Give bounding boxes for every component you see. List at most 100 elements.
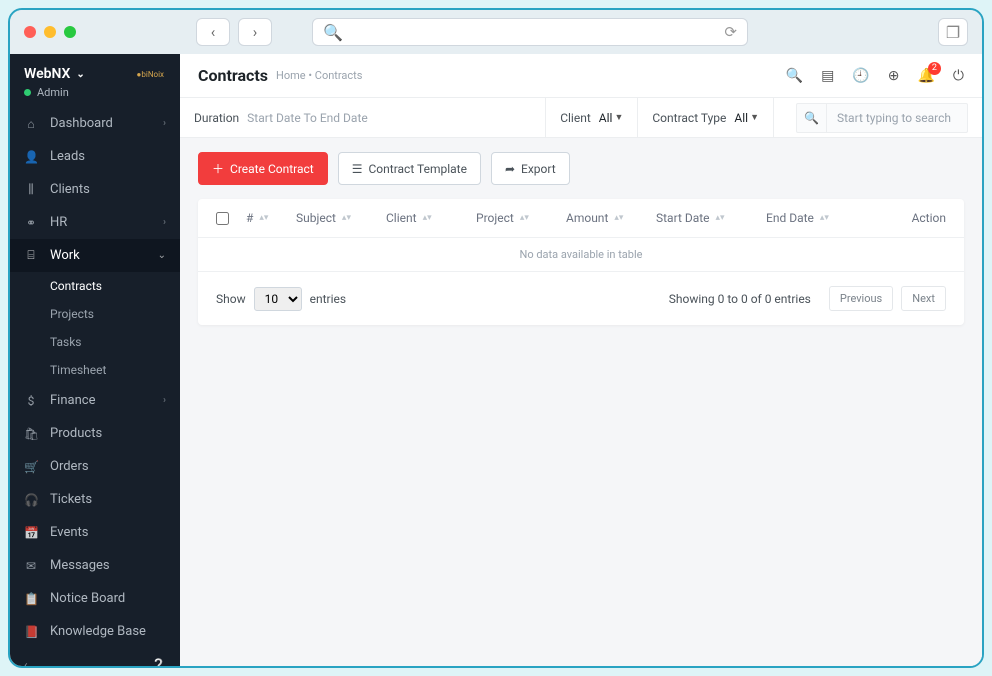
caret-down-icon: ▼ [750, 112, 759, 123]
next-page-button[interactable]: Next [901, 286, 946, 311]
button-label: Export [521, 162, 556, 176]
sidebar-item-clients[interactable]: ⫼Clients [10, 173, 180, 206]
client-filter[interactable]: Client All ▼ [546, 98, 638, 137]
sidebar-item-orders[interactable]: 🛒Orders [10, 450, 180, 483]
windows-icon[interactable]: ❐ [938, 18, 968, 46]
sidebar-item-finance[interactable]: $Finance› [10, 384, 180, 417]
notes-icon[interactable]: ▤ [821, 68, 834, 84]
menu-icon: ⫼ [24, 182, 38, 197]
online-indicator [24, 89, 31, 96]
menu-icon: ⌂ [24, 117, 38, 131]
page-size-select[interactable]: 10 [254, 287, 302, 311]
select-all-column [216, 212, 246, 225]
sidebar-label: Events [50, 525, 88, 540]
search-filter: 🔍 [774, 98, 982, 137]
url-bar[interactable]: 🔍 ⟳ [312, 18, 748, 46]
menu-icon: 👤 [24, 150, 38, 164]
column-start-date[interactable]: Start Date▴▾ [656, 211, 766, 225]
sort-icon: ▴▾ [614, 216, 623, 221]
refresh-icon[interactable]: ⟳ [724, 23, 737, 41]
sidebar-label: HR [50, 215, 67, 230]
power-icon[interactable]: ⏻ [953, 68, 964, 84]
chevron-down-icon: ⌄ [76, 69, 84, 80]
maximize-window[interactable] [64, 26, 76, 38]
user-role: Admin [37, 86, 69, 99]
sidebar-item-hr[interactable]: ⚭HR› [10, 206, 180, 239]
sidebar-item-products[interactable]: 🛍 Products [10, 417, 180, 450]
menu-icon: 🛍 [24, 427, 38, 441]
chevron-icon: › [163, 118, 166, 129]
sidebar-label: Dashboard [50, 116, 113, 131]
sidebar-label: Messages [50, 558, 110, 573]
sidebar-item-leads[interactable]: 👤Leads [10, 140, 180, 173]
export-button[interactable]: ➦ Export [491, 152, 570, 185]
contract-type-filter[interactable]: Contract Type All ▼ [638, 98, 774, 137]
sidebar-item-work[interactable]: ⌸Work⌄ [10, 239, 180, 272]
create-contract-button[interactable]: ＋ Create Contract [198, 152, 328, 185]
sidebar-sub-tasks[interactable]: Tasks [10, 328, 180, 356]
duration-filter[interactable]: Duration Start Date To End Date [180, 98, 546, 137]
help-icon[interactable]: ❔ [151, 658, 166, 666]
search-icon: 🔍 [797, 104, 827, 132]
sidebar-sub-timesheet[interactable]: Timesheet [10, 356, 180, 384]
column-project[interactable]: Project▴▾ [476, 211, 566, 225]
add-icon[interactable]: ⊕ [888, 68, 900, 84]
column-subject[interactable]: Subject▴▾ [296, 211, 386, 225]
empty-state: No data available in table [198, 238, 964, 272]
app-window: ‹ › 🔍 ⟳ ❐ WebNX ⌄ ●biNoix Admin ⌂ Dashboa… [8, 8, 984, 668]
sidebar-sub-contracts[interactable]: Contracts [10, 272, 180, 300]
page-title: Contracts [198, 66, 268, 85]
sort-icon: ▴▾ [259, 216, 268, 221]
contract-template-button[interactable]: ☰ Contract Template [338, 152, 481, 185]
menu-icon: 📅 [24, 526, 38, 540]
sort-icon: ▴▾ [716, 216, 725, 221]
sidebar-item-dashboard[interactable]: ⌂ Dashboard › [10, 107, 180, 140]
plus-icon: ＋ [212, 160, 224, 177]
filter-value: Start Date To End Date [247, 111, 368, 125]
page-header: Contracts Home • Contracts 🔍 ▤ 🕘 ⊕ 🔔2 ⏻ [180, 54, 982, 98]
sidebar-sub-projects[interactable]: Projects [10, 300, 180, 328]
table-footer: Show 10 entries Showing 0 to 0 of 0 entr… [198, 272, 964, 325]
sidebar-label: Work [50, 248, 80, 263]
clock-icon[interactable]: 🕘 [852, 68, 869, 84]
brand-name: WebNX [24, 66, 70, 82]
sort-icon: ▴▾ [820, 216, 829, 221]
table-header: #▴▾ Subject▴▾ Client▴▾ Project▴▾ Amount▴… [198, 199, 964, 238]
menu-icon: ✉ [24, 559, 38, 573]
sidebar-item-events[interactable]: 📅 Events [10, 516, 180, 549]
sidebar-label: Notice Board [50, 591, 125, 606]
sort-icon: ▴▾ [423, 216, 432, 221]
filter-label: Contract Type [652, 111, 726, 125]
sidebar-label: Finance [50, 393, 95, 408]
select-all-checkbox[interactable] [216, 212, 229, 225]
sidebar-item-notice-board[interactable]: 📋Notice Board [10, 582, 180, 615]
notifications-icon[interactable]: 🔔2 [917, 68, 934, 84]
column-amount[interactable]: Amount▴▾ [566, 211, 656, 225]
filter-bar: Duration Start Date To End Date Client A… [180, 98, 982, 138]
sidebar-item-tickets[interactable]: 🎧Tickets [10, 483, 180, 516]
chevron-icon: › [163, 395, 166, 406]
minimize-window[interactable] [44, 26, 56, 38]
action-buttons: ＋ Create Contract ☰ Contract Template ➦ … [180, 138, 982, 199]
sidebar-item-knowledge-base[interactable]: 📕Knowledge Base [10, 615, 180, 648]
contracts-table: #▴▾ Subject▴▾ Client▴▾ Project▴▾ Amount▴… [198, 199, 964, 325]
column-end-date[interactable]: End Date▴▾ [766, 211, 876, 225]
column-client[interactable]: Client▴▾ [386, 211, 476, 225]
sidebar-item-messages[interactable]: ✉ Messages [10, 549, 180, 582]
column-number[interactable]: #▴▾ [246, 211, 296, 225]
forward-button[interactable]: › [238, 18, 272, 46]
search-icon[interactable]: 🔍 [786, 68, 803, 84]
sidebar-label: Tickets [50, 492, 92, 507]
menu-icon: ⌸ [24, 248, 38, 263]
sort-icon: ▴▾ [520, 216, 529, 221]
menu-icon: ⚭ [24, 216, 38, 230]
back-button[interactable]: ‹ [196, 18, 230, 46]
close-window[interactable] [24, 26, 36, 38]
sidebar-label: Products [50, 426, 102, 441]
notification-badge: 2 [928, 62, 941, 75]
previous-page-button[interactable]: Previous [829, 286, 893, 311]
search-input[interactable] [827, 111, 967, 125]
search-icon: 🔍 [323, 23, 343, 42]
collapse-sidebar-icon[interactable]: ‹ [24, 658, 28, 666]
sidebar-header: WebNX ⌄ ●biNoix Admin [10, 54, 180, 107]
